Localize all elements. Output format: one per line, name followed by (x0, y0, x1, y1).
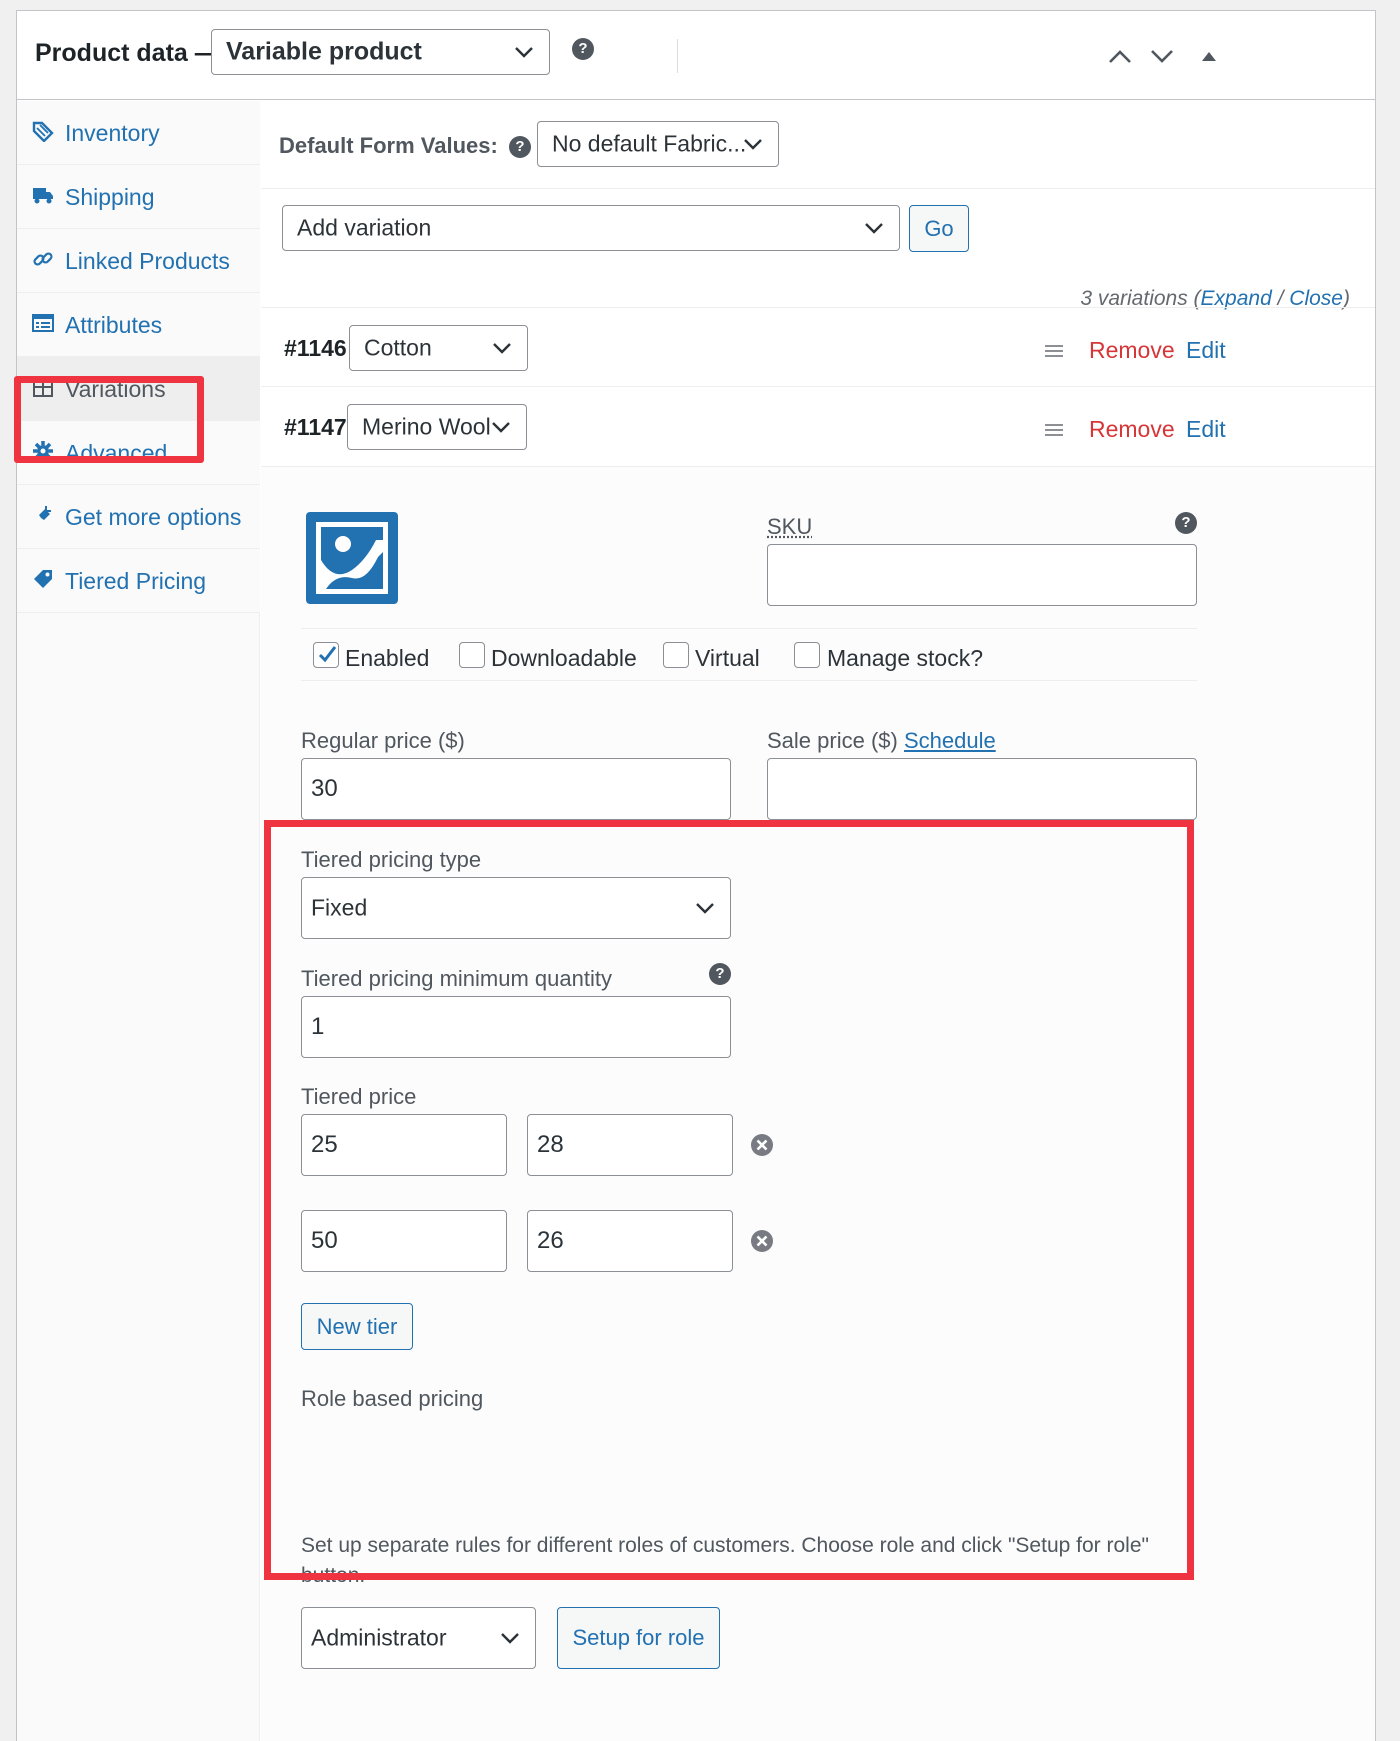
tab-label: Get more options (65, 504, 242, 530)
sale-price-input[interactable] (767, 758, 1197, 820)
plugin-icon (36, 506, 51, 524)
collapse-toggle-icon[interactable] (1199, 47, 1219, 65)
tab-label: Attributes (65, 312, 163, 338)
go-label: Go (924, 215, 954, 241)
go-button[interactable]: Go (909, 205, 969, 252)
regular-price-label: Regular price ($) (301, 728, 465, 753)
schedule-link[interactable]: Schedule (904, 728, 996, 753)
remove-link[interactable]: Remove (1089, 337, 1175, 364)
divider (301, 680, 1197, 681)
sku-input[interactable] (767, 544, 1197, 606)
move-up-icon[interactable] (1107, 47, 1133, 65)
downloadable-checkbox[interactable] (459, 642, 485, 668)
tab-label: Inventory (65, 120, 160, 146)
default-fabric-value: No default Fabric... (552, 130, 747, 157)
chevron-down-icon (493, 343, 511, 354)
help-icon[interactable]: ? (509, 136, 531, 158)
regular-price-input[interactable]: 30 (301, 758, 731, 820)
product-data-header: Product data — Variable product ? (17, 11, 1375, 100)
sale-price-label: Sale price ($) Schedule (767, 728, 996, 754)
chevron-down-icon (501, 1633, 519, 1644)
help-icon[interactable]: ? (572, 38, 594, 60)
drag-handle-icon[interactable] (1044, 344, 1064, 358)
header-divider (677, 39, 678, 73)
tab-linked-products[interactable]: Linked Products (17, 229, 260, 293)
role-select-value: Administrator (311, 1624, 447, 1651)
image-placeholder-icon[interactable] (306, 512, 398, 604)
tag-icon (32, 121, 54, 142)
variation-attribute-select[interactable]: Merino Wool (347, 404, 527, 450)
tab-label: Linked Products (65, 248, 230, 274)
sale-price-text: Sale price ($) (767, 728, 898, 753)
divider (261, 386, 1375, 387)
edit-link[interactable]: Edit (1186, 416, 1226, 443)
checkmark-icon (318, 646, 337, 663)
add-variation-select[interactable]: Add variation (282, 205, 900, 251)
list-icon (32, 314, 54, 332)
role-select[interactable]: Administrator (301, 1607, 536, 1669)
product-type-value: Variable product (226, 37, 422, 66)
product-data-tabs: Inventory Shipping Linked Products Attri… (17, 101, 260, 1741)
remove-link[interactable]: Remove (1089, 416, 1175, 443)
product-type-select[interactable]: Variable product (211, 29, 550, 75)
setup-for-role-button[interactable]: Setup for role (557, 1607, 720, 1669)
virtual-checkbox[interactable] (663, 642, 689, 668)
tab-get-more-options[interactable]: Get more options (17, 485, 260, 549)
enabled-checkbox[interactable] (313, 642, 339, 668)
tab-attributes[interactable]: Attributes (17, 293, 260, 357)
edit-link[interactable]: Edit (1186, 337, 1226, 364)
enabled-label: Enabled (345, 645, 430, 671)
divider (261, 188, 1375, 189)
tab-label: Shipping (65, 184, 155, 210)
default-form-label: Default Form Values: (279, 133, 498, 158)
manage-stock-label: Manage stock? (827, 645, 983, 671)
default-fabric-select[interactable]: No default Fabric... (537, 121, 779, 167)
variation-id: #1147 (284, 414, 347, 440)
chevron-down-icon (515, 47, 533, 58)
help-icon[interactable]: ? (1175, 512, 1197, 534)
add-variation-value: Add variation (297, 214, 432, 241)
drag-handle-icon[interactable] (1044, 423, 1064, 437)
sku-label: SKU (767, 514, 813, 539)
tab-inventory[interactable]: Inventory (17, 101, 260, 165)
price-tag-icon (34, 570, 52, 588)
tab-label: Tiered Pricing (65, 568, 207, 594)
tab-tiered-pricing[interactable]: Tiered Pricing (17, 549, 260, 613)
downloadable-label: Downloadable (491, 645, 637, 671)
regular-price-value: 30 (311, 775, 338, 802)
variation-attribute-value: Cotton (364, 334, 432, 361)
variations-tab-highlight (14, 376, 204, 463)
divider (261, 307, 1375, 308)
tab-shipping[interactable]: Shipping (17, 165, 260, 229)
variation-attribute-select[interactable]: Cotton (349, 325, 528, 371)
link-icon (33, 252, 53, 266)
divider (301, 628, 1197, 629)
chevron-down-icon (744, 139, 762, 150)
chevron-down-icon (492, 422, 510, 433)
manage-stock-checkbox[interactable] (794, 642, 820, 668)
tiered-pricing-highlight (264, 820, 1194, 1580)
move-down-icon[interactable] (1149, 47, 1175, 65)
variation-id: #1146 (284, 335, 347, 361)
chevron-down-icon (865, 223, 883, 234)
product-data-title: Product data — (35, 39, 220, 67)
setup-for-role-label: Setup for role (572, 1625, 705, 1650)
truck-icon (33, 188, 53, 204)
virtual-label: Virtual (695, 645, 760, 671)
variation-attribute-value: Merino Wool (362, 413, 491, 440)
